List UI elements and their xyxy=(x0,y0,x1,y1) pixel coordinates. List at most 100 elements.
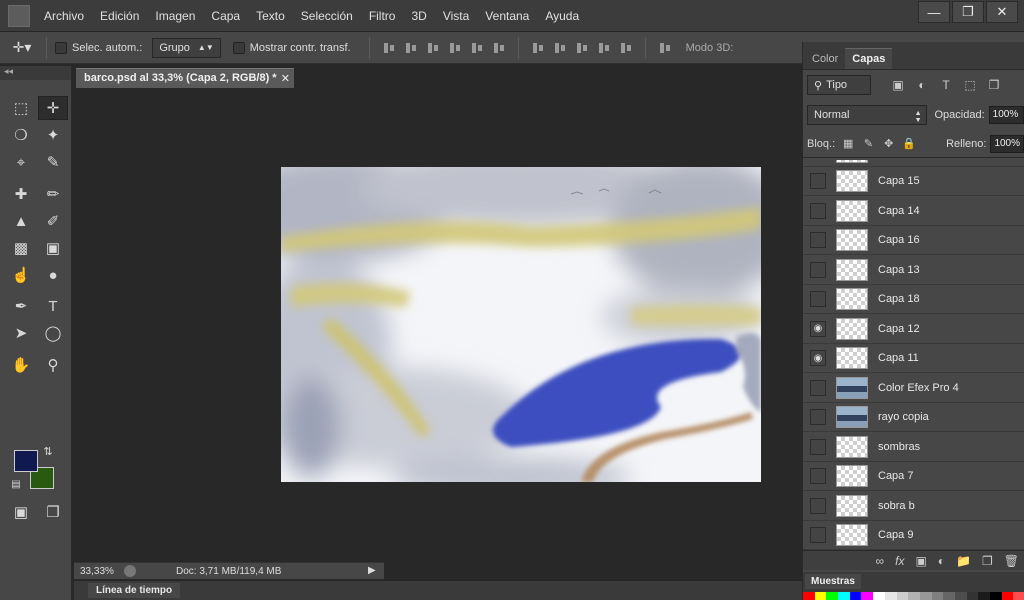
visibility-toggle[interactable] xyxy=(810,527,826,543)
default-colors-icon[interactable]: ▤ xyxy=(8,476,24,492)
layer-row[interactable]: ◉ Capa 12 xyxy=(803,315,1024,344)
path-selection-tool-icon[interactable]: ➤ xyxy=(6,321,36,345)
filter-smart-object-icon[interactable]: ❐ xyxy=(985,76,1003,94)
add-mask-icon[interactable]: ▣ xyxy=(915,554,926,568)
zoom-tool-icon[interactable]: ⚲ xyxy=(38,353,68,377)
ellipse-tool-icon[interactable]: ◯ xyxy=(38,321,68,345)
hand-tool-icon[interactable]: ✋ xyxy=(6,353,36,377)
lock-all-icon[interactable]: 🔒 xyxy=(902,136,916,152)
color-swatch[interactable] xyxy=(966,592,979,600)
filter-type-icon[interactable]: T xyxy=(937,76,955,94)
brush-tool-icon[interactable]: ✏ xyxy=(38,182,68,206)
layer-row[interactable]: Capa 13 xyxy=(803,256,1024,285)
transform-controls-checkbox[interactable] xyxy=(232,41,245,54)
menu-item[interactable]: Texto xyxy=(256,9,285,23)
layer-row[interactable]: sombras xyxy=(803,433,1024,462)
document-canvas[interactable] xyxy=(281,167,761,482)
menu-item[interactable]: Archivo xyxy=(44,9,84,23)
color-swatch[interactable] xyxy=(1013,592,1024,600)
filter-shape-icon[interactable]: ⬚ xyxy=(961,76,979,94)
visibility-toggle[interactable] xyxy=(810,438,826,455)
zoom-readout[interactable]: 33,33% xyxy=(80,566,124,577)
pen-tool-icon[interactable]: ✒ xyxy=(6,294,36,318)
layer-row[interactable]: Color Efex Pro 4 xyxy=(803,374,1024,403)
filter-adjustment-icon[interactable]: ◐ xyxy=(913,76,931,94)
magic-wand-tool-icon[interactable]: ✦ xyxy=(38,123,68,147)
menu-item[interactable]: Imagen xyxy=(155,9,195,23)
quick-mask-mode-icon[interactable]: ▣ xyxy=(6,500,36,524)
color-swatch[interactable] xyxy=(873,592,885,600)
menu-item[interactable]: Filtro xyxy=(369,9,396,23)
align-icon[interactable] xyxy=(426,41,440,55)
color-swatch[interactable] xyxy=(908,592,920,600)
status-info-icon[interactable] xyxy=(124,565,136,577)
eye-icon[interactable]: ◉ xyxy=(810,320,826,337)
visibility-toggle[interactable] xyxy=(810,409,826,425)
layer-row[interactable]: Capa 15 xyxy=(803,167,1024,196)
opacity-field[interactable]: 100% xyxy=(988,106,1024,124)
tab-swatches[interactable]: Muestras xyxy=(805,574,861,589)
text-tool-icon[interactable]: T xyxy=(38,294,68,318)
link-layers-icon[interactable]: ∞ xyxy=(876,554,885,568)
layer-row[interactable]: Capa 9 xyxy=(803,521,1024,550)
move-tool-icon[interactable]: ✛ xyxy=(38,96,68,120)
align-icon[interactable] xyxy=(597,41,611,55)
color-swatch[interactable] xyxy=(814,592,827,600)
tab-layers[interactable]: Capas xyxy=(845,48,893,69)
align-icon[interactable] xyxy=(658,41,672,55)
layer-row[interactable]: Capa 14 xyxy=(803,197,1024,226)
lasso-tool-icon[interactable]: ❍ xyxy=(6,123,36,147)
layer-row[interactable] xyxy=(803,160,1024,167)
history-brush-tool-icon[interactable]: ✐ xyxy=(38,209,68,233)
color-swatch[interactable] xyxy=(849,592,862,600)
align-icon[interactable] xyxy=(553,41,567,55)
restore-icon[interactable]: ❐ xyxy=(952,1,984,23)
minimize-icon[interactable]: — xyxy=(918,1,950,23)
align-icon[interactable] xyxy=(531,41,545,55)
align-icon[interactable] xyxy=(492,41,506,55)
screen-mode-icon[interactable]: ❐ xyxy=(38,500,68,524)
gradient-tool-icon[interactable]: ▣ xyxy=(38,236,68,260)
layer-row[interactable]: rayo copia xyxy=(803,403,1024,432)
color-swatch[interactable] xyxy=(861,592,874,600)
align-icon[interactable] xyxy=(575,41,589,55)
close-icon[interactable]: ✕ xyxy=(281,72,290,85)
layer-row[interactable]: Capa 7 xyxy=(803,462,1024,491)
visibility-toggle[interactable] xyxy=(810,173,826,189)
color-swatch[interactable] xyxy=(943,592,955,600)
color-swatch[interactable] xyxy=(896,592,909,600)
marquee-tool-icon[interactable]: ⬚ xyxy=(6,96,36,120)
auto-select-dropdown[interactable]: Grupo ▲▼ xyxy=(152,37,221,58)
layer-row[interactable]: ◉ Capa 11 xyxy=(803,344,1024,373)
status-menu-arrow-icon[interactable]: ▶ xyxy=(368,565,380,577)
filter-pixel-icon[interactable]: ▣ xyxy=(889,76,907,94)
tab-color[interactable]: Color xyxy=(805,49,845,69)
layer-filter-dropdown[interactable]: ⚲ Tipo xyxy=(807,75,871,95)
new-group-icon[interactable]: 📁 xyxy=(956,554,971,568)
menu-item[interactable]: 3D xyxy=(411,9,426,23)
color-swatch[interactable] xyxy=(978,592,990,600)
menu-item[interactable]: Edición xyxy=(100,9,139,23)
color-swatch[interactable] xyxy=(990,592,1002,600)
lock-transparency-icon[interactable]: ▦ xyxy=(841,136,855,152)
close-icon[interactable]: ✕ xyxy=(986,1,1018,23)
layer-row[interactable]: sobra b xyxy=(803,492,1024,521)
color-swatch[interactable] xyxy=(826,592,839,600)
menu-item[interactable]: Ayuda xyxy=(545,9,579,23)
layer-row[interactable]: Capa 16 xyxy=(803,226,1024,255)
align-icon[interactable] xyxy=(404,41,418,55)
auto-select-checkbox[interactable] xyxy=(55,41,67,54)
new-layer-icon[interactable]: ❐ xyxy=(982,554,993,568)
eye-icon[interactable]: ◉ xyxy=(810,350,826,366)
menu-item[interactable]: Selección xyxy=(301,9,353,23)
timeline-tab[interactable]: Línea de tiempo xyxy=(88,583,181,598)
menu-item[interactable]: Capa xyxy=(211,9,240,23)
healing-brush-tool-icon[interactable]: ✚ xyxy=(6,182,36,206)
visibility-toggle[interactable] xyxy=(810,202,826,219)
visibility-toggle[interactable] xyxy=(810,232,826,248)
dodge-tool-icon[interactable]: ● xyxy=(38,263,68,287)
quick-mask-icon[interactable] xyxy=(6,436,36,460)
lock-position-icon[interactable]: ✥ xyxy=(882,136,896,152)
layer-row[interactable]: Capa 18 xyxy=(803,285,1024,314)
fill-field[interactable]: 100% xyxy=(990,134,1024,153)
